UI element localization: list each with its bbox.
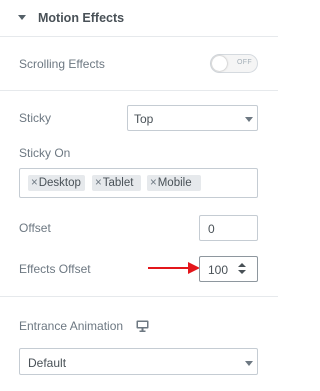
offset-input[interactable]: 0 (199, 215, 258, 241)
tag-tablet[interactable]: ×Tablet (92, 175, 141, 191)
tag-desktop[interactable]: ×Desktop (28, 175, 85, 191)
scrolling-effects-toggle[interactable]: OFF (210, 54, 258, 73)
entrance-animation-label: Entrance Animation (19, 319, 124, 333)
divider (0, 296, 278, 297)
toggle-knob (212, 56, 227, 71)
section-header-motion-effects[interactable]: Motion Effects (0, 0, 278, 36)
tag-label: Mobile (157, 177, 192, 189)
tag-remove-icon[interactable]: × (150, 177, 157, 189)
tag-remove-icon[interactable]: × (95, 177, 102, 189)
entrance-animation-value: Default (28, 356, 67, 370)
effects-offset-label: Effects Offset (19, 262, 91, 276)
divider (0, 90, 278, 91)
scrolling-effects-label: Scrolling Effects (19, 57, 105, 71)
offset-label: Offset (19, 221, 51, 235)
number-spinner[interactable] (238, 263, 246, 275)
sticky-select[interactable]: Top (127, 105, 258, 131)
monitor-icon[interactable] (136, 320, 149, 332)
spin-up-icon[interactable] (238, 263, 246, 267)
toggle-state-text: OFF (237, 59, 252, 66)
effects-offset-input[interactable]: 100 (199, 256, 258, 282)
sticky-on-multiselect[interactable]: ×Desktop ×Tablet ×Mobile (19, 168, 258, 198)
caret-down-icon (18, 15, 26, 20)
annotation-arrow-shaft (148, 267, 192, 269)
tag-label: Tablet (102, 177, 134, 189)
entrance-animation-select[interactable]: Default (19, 348, 258, 375)
sticky-on-label: Sticky On (19, 146, 71, 160)
tag-remove-icon[interactable]: × (31, 177, 38, 189)
tag-label: Desktop (38, 177, 81, 189)
chevron-down-icon (245, 361, 253, 366)
sticky-label: Sticky (19, 111, 52, 125)
effects-offset-value: 100 (208, 263, 229, 277)
offset-value: 0 (208, 222, 215, 236)
divider (0, 36, 278, 37)
chevron-down-icon (245, 117, 253, 122)
spin-down-icon[interactable] (238, 270, 246, 274)
tag-mobile[interactable]: ×Mobile (147, 175, 201, 191)
sticky-select-value: Top (134, 112, 154, 126)
section-title: Motion Effects (38, 11, 125, 25)
